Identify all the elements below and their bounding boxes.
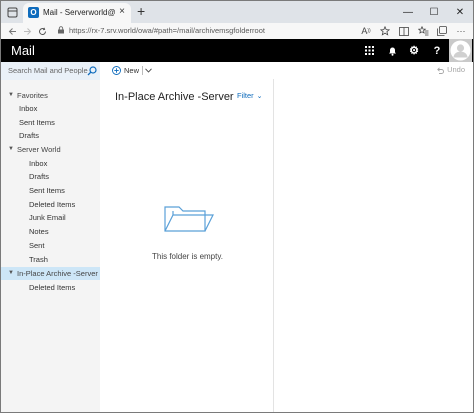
folder-title: In-Place Archive -Server World bbox=[115, 91, 235, 103]
window-controls: — ☐ ✕ bbox=[395, 1, 473, 23]
refresh-button[interactable] bbox=[35, 24, 49, 38]
more-menu-icon[interactable]: ··· bbox=[453, 24, 469, 38]
favorites-item-drafts[interactable]: Drafts bbox=[1, 129, 100, 142]
favorite-star-icon[interactable] bbox=[377, 24, 393, 38]
close-tab-icon[interactable]: × bbox=[119, 6, 125, 18]
empty-folder-message: This folder is empty. bbox=[152, 252, 223, 261]
refresh-icon bbox=[38, 27, 46, 35]
account-folder-trash[interactable]: Trash bbox=[1, 253, 100, 266]
folder-pane: Search Mail and People ▼ Favorites Inbox… bbox=[1, 62, 100, 412]
browser-window: O Mail - Serverworld@srv.world × + — ☐ ✕… bbox=[0, 0, 474, 413]
tab-actions-icon bbox=[7, 7, 17, 17]
bell-icon bbox=[388, 47, 396, 56]
account-folder-notes[interactable]: Notes bbox=[1, 225, 100, 238]
maximize-button[interactable]: ☐ bbox=[421, 1, 447, 23]
account-folder-sent[interactable]: Sent bbox=[1, 239, 100, 252]
address-bar: https://rx-7.srv.world/owa/#path=/mail/a… bbox=[1, 23, 473, 40]
new-label: New bbox=[124, 66, 140, 75]
undo-label: Undo bbox=[447, 65, 465, 74]
favorites-icon[interactable] bbox=[415, 24, 431, 38]
outlook-favicon-icon: O bbox=[28, 7, 39, 18]
undo-button[interactable]: Undo bbox=[436, 65, 465, 74]
chevron-down-icon: ▼ bbox=[8, 92, 14, 98]
browser-toolbar: A)) ··· bbox=[358, 24, 469, 38]
empty-folder-icon bbox=[164, 206, 214, 232]
url-text: https://rx-7.srv.world/owa/#path=/mail/a… bbox=[69, 26, 265, 35]
reading-pane bbox=[274, 79, 473, 412]
help-button[interactable]: ? bbox=[426, 39, 448, 62]
filter-button[interactable]: Filter ⌄ bbox=[237, 91, 263, 100]
search-input[interactable]: Search Mail and People bbox=[1, 62, 100, 80]
search-icon[interactable] bbox=[87, 66, 97, 76]
notifications-button[interactable] bbox=[381, 39, 403, 62]
undo-icon bbox=[437, 66, 444, 74]
chevron-down-icon: ▼ bbox=[8, 270, 14, 276]
chevron-down-icon: ⌄ bbox=[256, 92, 263, 100]
account-header[interactable]: ▼ Server World bbox=[1, 143, 100, 156]
tab-strip: O Mail - Serverworld@srv.world × + — ☐ ✕ bbox=[1, 1, 473, 23]
app-launcher-button[interactable] bbox=[358, 39, 380, 62]
owa-header: Mail ⚙ ? bbox=[1, 39, 473, 62]
archive-folder-deleted-items[interactable]: Deleted Items bbox=[1, 281, 100, 294]
collections-icon[interactable] bbox=[434, 24, 450, 38]
settings-button[interactable]: ⚙ bbox=[403, 39, 425, 62]
lock-icon bbox=[58, 26, 64, 34]
account-folder-deleted-items[interactable]: Deleted Items bbox=[1, 198, 100, 211]
favorites-item-sent-items[interactable]: Sent Items bbox=[1, 116, 100, 129]
archive-header[interactable]: ▼ In-Place Archive -Server bbox=[1, 267, 100, 280]
favorites-item-inbox[interactable]: Inbox bbox=[1, 102, 100, 115]
account-folder-drafts[interactable]: Drafts bbox=[1, 170, 100, 183]
read-aloud-icon[interactable]: A)) bbox=[358, 24, 374, 38]
forward-button[interactable] bbox=[20, 24, 34, 38]
filter-label: Filter bbox=[237, 91, 254, 100]
tab-actions-button[interactable] bbox=[4, 4, 20, 20]
account-folder-inbox[interactable]: Inbox bbox=[1, 157, 100, 170]
new-tab-button[interactable]: + bbox=[137, 4, 145, 19]
back-arrow-icon bbox=[8, 27, 16, 35]
close-window-button[interactable]: ✕ bbox=[447, 1, 473, 23]
account-folder-sent-items[interactable]: Sent Items bbox=[1, 184, 100, 197]
divider bbox=[142, 66, 144, 75]
avatar[interactable] bbox=[449, 39, 472, 62]
chevron-down-icon: ▼ bbox=[8, 146, 14, 152]
plus-icon bbox=[112, 66, 121, 75]
user-avatar-icon bbox=[450, 40, 471, 61]
search-placeholder: Search Mail and People bbox=[8, 66, 88, 75]
favorites-header[interactable]: ▼ Favorites bbox=[1, 89, 100, 102]
app-title: Mail bbox=[11, 43, 35, 58]
tab-title: Mail - Serverworld@srv.world bbox=[43, 8, 115, 17]
new-message-button[interactable]: New bbox=[112, 65, 152, 76]
forward-arrow-icon bbox=[23, 27, 31, 35]
back-button[interactable] bbox=[5, 24, 19, 38]
url-field[interactable]: https://rx-7.srv.world/owa/#path=/mail/a… bbox=[53, 24, 323, 37]
command-bar: New Undo bbox=[100, 62, 473, 80]
app-launcher-icon bbox=[364, 46, 374, 55]
browser-tab-mail[interactable]: O Mail - Serverworld@srv.world × bbox=[23, 3, 131, 23]
chevron-down-icon[interactable] bbox=[145, 68, 152, 73]
message-list: In-Place Archive -Server World Filter ⌄ … bbox=[100, 79, 274, 412]
split-screen-icon[interactable] bbox=[396, 24, 412, 38]
minimize-button[interactable]: — bbox=[395, 1, 421, 23]
account-folder-junk-email[interactable]: Junk Email bbox=[1, 211, 100, 224]
